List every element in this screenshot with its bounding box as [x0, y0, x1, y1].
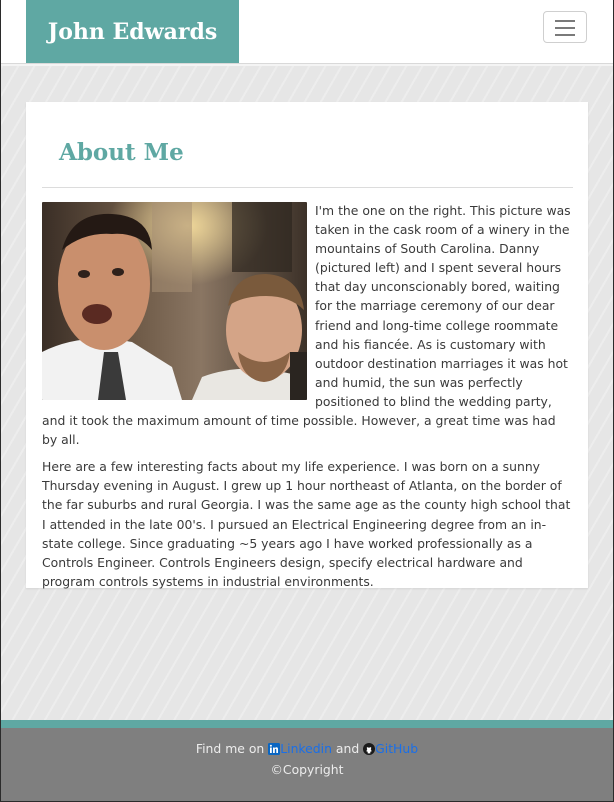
- about-title: About Me: [59, 139, 184, 166]
- and-text: and: [335, 741, 360, 756]
- github-icon: [363, 743, 376, 755]
- linkedin-link[interactable]: Linkedin: [268, 741, 332, 756]
- footer-links-row: Find me on Linkedin and GitHub: [1, 741, 613, 756]
- navbar: John Edwards: [1, 0, 613, 64]
- github-link[interactable]: GitHub: [363, 741, 418, 756]
- menu-toggle-button[interactable]: [543, 11, 587, 43]
- about-content: I'm the one on the right. This picture w…: [42, 201, 574, 599]
- brand-link[interactable]: John Edwards: [26, 0, 239, 63]
- footer-accent-line: [1, 720, 613, 728]
- copyright: ©Copyright: [270, 762, 344, 777]
- about-card: About Me I'm the one on the right. This …: [26, 102, 588, 589]
- find-me-text: Find me on: [195, 741, 265, 756]
- footer: Find me on Linkedin and GitHub ©Copyrigh…: [1, 728, 613, 801]
- linkedin-icon: [268, 743, 281, 755]
- linkedin-label: Linkedin: [280, 741, 332, 756]
- divider: [42, 187, 573, 188]
- github-label: GitHub: [375, 741, 419, 756]
- about-paragraph-2: Here are a few interesting facts about m…: [42, 459, 571, 589]
- page: John Edwards About Me I'm the one on the…: [1, 0, 613, 801]
- profile-photo: [42, 202, 307, 400]
